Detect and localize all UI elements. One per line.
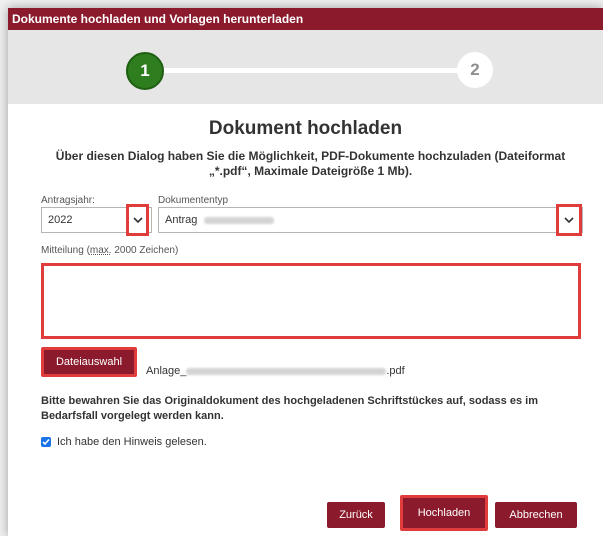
year-label: Antragsjahr: bbox=[41, 195, 95, 206]
chevron-down-icon bbox=[564, 217, 574, 224]
upload-dialog: Dokumente hochladen und Vorlagen herunte… bbox=[8, 8, 603, 536]
confirm-checkbox[interactable] bbox=[41, 437, 51, 448]
doctype-dropdown-toggle[interactable] bbox=[556, 204, 582, 236]
intro-text: Über diesen Dialog haben Sie die Möglich… bbox=[55, 149, 566, 178]
stepper: 1 2 bbox=[8, 30, 603, 104]
upload-button[interactable]: Hochladen bbox=[400, 495, 488, 531]
message-label: Mitteilung (max. 2000 Zeichen) bbox=[41, 245, 179, 256]
stepper-line bbox=[160, 68, 460, 73]
doctype-select-value: Antrag bbox=[165, 214, 198, 226]
dialog-title: Dokumente hochladen und Vorlagen herunte… bbox=[8, 8, 603, 30]
message-textarea[interactable] bbox=[41, 263, 581, 339]
selected-filename: Anlage_ .pdf bbox=[146, 365, 405, 377]
doctype-label: Dokumententyp bbox=[158, 195, 229, 206]
back-button[interactable]: Zurück bbox=[327, 502, 385, 528]
checkmark-icon bbox=[42, 439, 50, 446]
cancel-button[interactable]: Abbrechen bbox=[495, 502, 577, 528]
step-1-indicator: 1 bbox=[126, 52, 164, 90]
file-select-button[interactable]: Dateiauswahl bbox=[41, 347, 137, 377]
chevron-down-icon bbox=[132, 217, 143, 224]
doctype-select[interactable]: Antrag bbox=[158, 207, 583, 233]
year-dropdown-toggle[interactable] bbox=[126, 204, 149, 236]
max-abbr: max. bbox=[89, 245, 112, 256]
confirm-checkbox-label: Ich habe den Hinweis gelesen. bbox=[57, 436, 207, 448]
redacted-text bbox=[204, 216, 275, 224]
page-title: Dokument hochladen bbox=[208, 118, 403, 139]
redacted-text bbox=[186, 367, 387, 375]
step-2-indicator: 2 bbox=[457, 52, 493, 88]
year-select-value: 2022 bbox=[48, 214, 73, 226]
notice-text: Bitte bewahren Sie das Originaldokument … bbox=[41, 395, 538, 422]
confirm-checkbox-row[interactable]: Ich habe den Hinweis gelesen. bbox=[41, 436, 207, 448]
